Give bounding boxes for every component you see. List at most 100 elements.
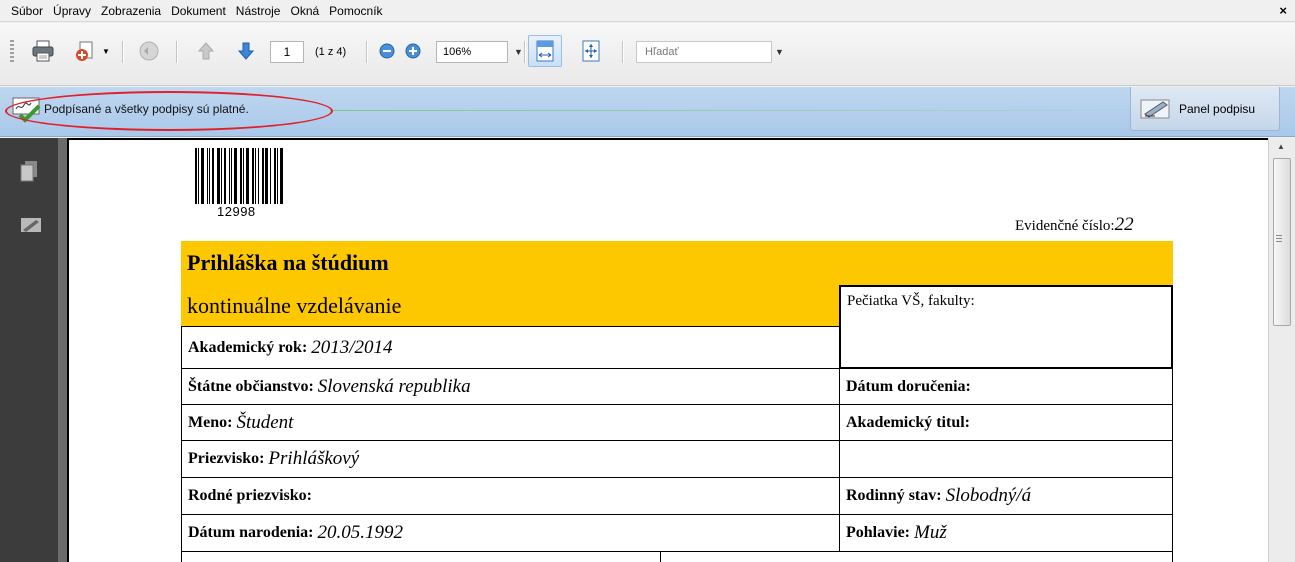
barcode-bar [217,148,220,204]
barcode-bar [246,148,249,204]
toolbar-grip[interactable] [10,40,14,64]
field-label: Rodinný stav: [846,487,942,504]
signature-panel-icon [21,218,41,232]
printer-icon [32,40,54,62]
form-row-academic-year: Akademický rok: 2013/2014 [181,326,840,369]
stamp-cell: Pečiatka VŠ, fakulty: [839,285,1173,369]
signature-panel-button[interactable]: Panel podpisu [1130,87,1280,131]
form-row-empty [839,440,1173,478]
barcode-bar [221,148,222,204]
navigation-panel [0,138,58,562]
barcode-bar [209,148,210,204]
form-row-birth-date: Dátum narodenia: 20.05.1992 [181,514,840,552]
field-label: Meno: [188,413,233,431]
barcode-bar [224,148,226,204]
form-row-birth-surname: Rodné priezvisko: [181,477,840,515]
menu-file[interactable]: Súbor [6,0,48,22]
form-row-gender: Pohlavie: Muž [839,514,1173,552]
barcode-bar [258,148,259,204]
menu-edit[interactable]: Úpravy [48,0,96,22]
scrollbar-thumb[interactable] [1273,158,1291,326]
menu-view[interactable]: Zobrazenia [96,0,166,22]
field-value: Muž [914,522,947,543]
zoom-out-icon [379,43,395,59]
chevron-down-icon: ▼ [102,46,110,56]
toolbar-separator [122,41,124,63]
share-button[interactable] [132,37,166,65]
signature-bar-line [330,110,1130,111]
zoom-out-button[interactable] [376,37,398,65]
fit-width-icon-wrap [530,37,560,65]
highlight-annotation [5,91,333,131]
field-label: Dátum doručenia: [846,377,971,395]
pages-panel-button[interactable] [20,160,38,185]
field-value: Slovenská republika [317,375,471,397]
barcode-bar [195,148,197,204]
menu-window[interactable]: Okná [285,0,324,22]
vertical-scrollbar[interactable]: ▲ [1268,138,1295,562]
field-label: Pohlavie: [846,524,910,541]
field-label: Štátne občianstvo: [188,377,314,395]
barcode-bar [255,148,256,204]
next-page-button[interactable] [232,37,260,65]
stamp-label: Pečiatka VŠ, fakulty: [847,293,975,309]
create-pdf-button[interactable]: ▼ [72,37,112,65]
form-row-marital-status: Rodinný stav: Slobodný/á [839,477,1173,515]
field-label: Akademický rok: [188,338,308,356]
barcode-bar [234,148,237,204]
barcode-bar [212,148,214,204]
fit-page-button[interactable] [576,37,606,65]
evidence-number-value: 22 [1114,214,1134,235]
arrow-up-icon [197,42,215,60]
field-value: Slobodný/á [945,485,1032,506]
close-document-button[interactable]: × [1279,0,1287,22]
form-row-partial [660,551,1173,562]
barcode-number: 12998 [217,204,256,219]
search-input[interactable]: Hľadať [636,41,772,63]
zoom-dropdown-icon[interactable]: ▼ [514,41,523,63]
form-row-academic-title: Akademický titul: [839,404,1173,441]
form-row-delivery-date: Dátum doručenia: [839,368,1173,405]
search-dropdown-icon[interactable]: ▼ [775,41,784,63]
menu-help[interactable]: Pomocník [324,0,387,22]
barcode [195,148,291,204]
barcode-bar [252,148,254,204]
barcode-bar [277,148,278,204]
barcode-bar [231,148,232,204]
scrollbar-grip [1276,235,1282,242]
menu-document[interactable]: Dokument [166,0,231,22]
toolbar-separator [622,41,624,63]
zoom-in-icon [405,43,421,59]
barcode-bar [198,148,199,204]
arrow-down-icon [237,42,255,60]
form-subtitle: kontinuálne vzdelávanie [181,285,839,326]
barcode-bar [240,148,242,204]
barcode-bar [274,148,276,204]
barcode-bar [243,148,244,204]
fit-width-icon [536,40,554,62]
zoom-in-button[interactable] [402,37,424,65]
field-label: Dátum narodenia: [188,524,314,541]
print-button[interactable] [26,37,60,65]
field-label: Priezvisko: [188,450,265,467]
zoom-level-input[interactable]: 106% [436,41,508,63]
form-row-citizenship: Štátne občianstvo: Slovenská republika [181,368,840,405]
page-number-input[interactable]: 1 [270,41,304,63]
form-row-partial [181,551,661,562]
share-icon [139,41,159,61]
barcode-bar [201,148,204,204]
toolbar-separator [524,41,526,63]
page-count-label: (1 z 4) [315,46,347,58]
toolbar-separator [176,41,178,63]
scroll-up-icon[interactable]: ▲ [1277,142,1285,151]
field-value: Prihláškový [268,448,360,469]
menu-tools[interactable]: Nástroje [231,0,286,22]
form-row-surname: Priezvisko: Prihláškový [181,440,840,478]
signatures-panel-button[interactable] [20,216,42,237]
panel-divider[interactable] [58,138,67,562]
document-page: 12998 Evidenčné číslo:22 Prihláška na št… [67,138,1268,562]
previous-page-button[interactable] [192,37,220,65]
evidence-number: Evidenčné číslo:22 [1015,214,1134,236]
fit-page-icon [582,40,600,62]
menu-bar: Súbor Úpravy Zobrazenia Dokument Nástroj… [0,0,1295,22]
